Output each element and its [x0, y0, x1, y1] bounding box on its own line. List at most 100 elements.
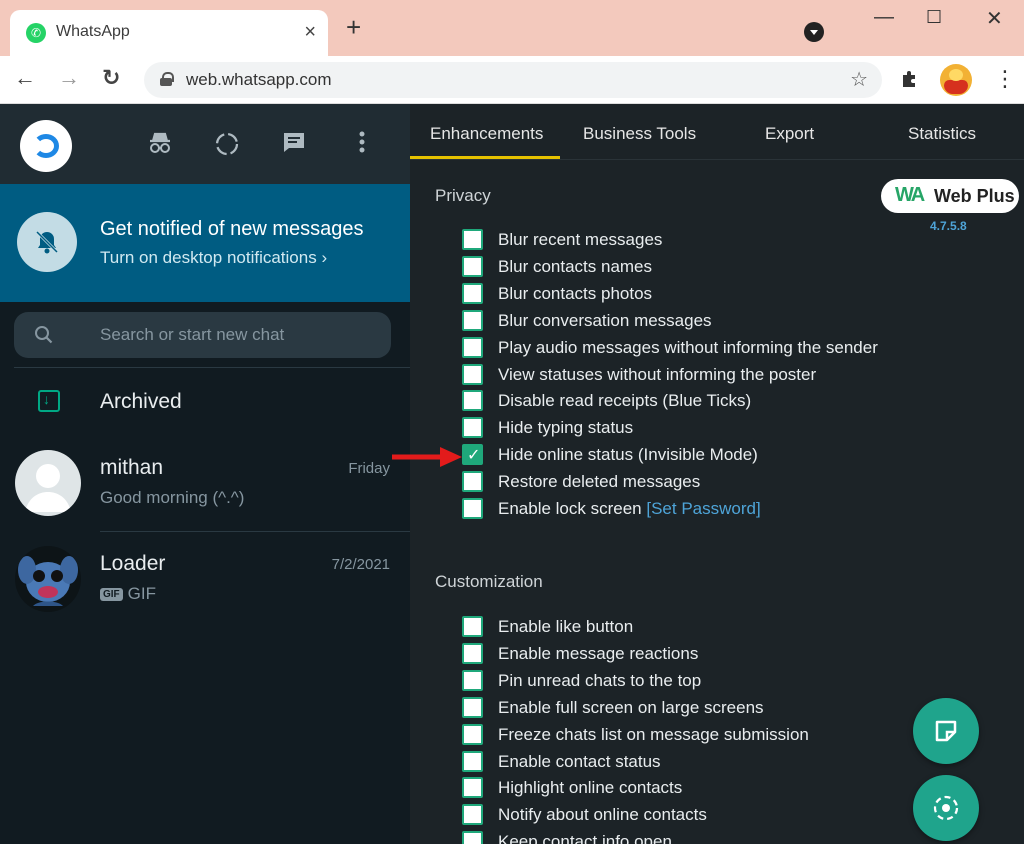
option-label: Freeze chats list on message submission: [498, 725, 809, 745]
option-label-text: Blur contacts names: [498, 256, 653, 276]
checkbox[interactable]: [462, 831, 483, 844]
stitch-avatar: [15, 546, 81, 612]
bell-off-icon: [17, 212, 77, 272]
checkbox[interactable]: [462, 804, 483, 826]
option-label-text: View statuses without informing the post…: [498, 364, 817, 384]
chat-row-mithan[interactable]: mithan Friday Good morning (^.^): [0, 438, 410, 528]
chat-time: 7/2/2021: [331, 556, 390, 573]
checkbox[interactable]: [462, 309, 483, 331]
url-text[interactable]: web.whatsapp.com: [186, 70, 332, 90]
checkbox[interactable]: [462, 390, 483, 412]
set-password-link[interactable]: [Set Password]: [646, 499, 760, 518]
tab-business-tools[interactable]: Business Tools: [583, 124, 696, 144]
bookmark-star-icon[interactable]: ☆: [850, 67, 868, 92]
archive-icon: [38, 390, 60, 412]
option-label: Blur contacts photos: [498, 284, 652, 304]
browser-titlebar: ✆ WhatsApp × + — ☐ ✕: [0, 0, 1024, 56]
checkbox[interactable]: [462, 616, 483, 637]
forward-button[interactable]: →: [58, 65, 80, 91]
option-label-text: Pin unread chats to the top: [498, 670, 702, 690]
brand-name: Web Plus: [934, 186, 1015, 206]
chat-row-loader[interactable]: Loader 7/2/2021 GIF GIF: [0, 534, 410, 624]
menu-dots-icon[interactable]: [345, 126, 379, 160]
back-button[interactable]: ←: [14, 65, 36, 91]
option-label-text: Blur contacts photos: [498, 283, 653, 303]
checkbox[interactable]: [462, 471, 483, 493]
checkbox[interactable]: [462, 229, 483, 250]
tab-export[interactable]: Export: [765, 124, 814, 144]
address-bar[interactable]: web.whatsapp.com ☆: [144, 62, 882, 98]
checkbox[interactable]: [462, 750, 483, 772]
option-label: Enable message reactions: [498, 644, 698, 664]
checkbox[interactable]: [462, 363, 483, 385]
lock-icon[interactable]: [160, 72, 174, 86]
settings-tabs: Enhancements Business Tools Export Stati…: [410, 104, 1024, 160]
chat-time: Friday: [348, 460, 390, 477]
checkbox[interactable]: [462, 282, 483, 304]
sticker-fab-button[interactable]: [913, 698, 979, 764]
chrome-menu-button[interactable]: ⋮: [994, 66, 1016, 92]
option-label-text: Enable contact status: [498, 751, 661, 771]
search-icon: [35, 326, 53, 344]
tab-title: WhatsApp: [56, 23, 130, 40]
option-label: Enable lock screen [Set Password]: [498, 499, 761, 519]
tab-close-button[interactable]: ×: [304, 21, 316, 44]
search-input[interactable]: Search or start new chat: [14, 312, 391, 358]
tab-search-dropdown-icon[interactable]: [804, 22, 824, 42]
extensions-puzzle-icon[interactable]: [900, 68, 920, 94]
archived-label: Archived: [100, 390, 182, 413]
option-label-text: Enable message reactions: [498, 643, 699, 663]
gif-icon: GIF: [100, 588, 123, 601]
chat-name: mithan: [100, 456, 164, 479]
reload-button[interactable]: ↻: [102, 65, 120, 91]
checkbox[interactable]: [462, 696, 483, 718]
window-close-button[interactable]: ✕: [986, 6, 1003, 31]
checkbox[interactable]: [462, 642, 483, 664]
incognito-icon[interactable]: [143, 126, 177, 160]
browser-toolbar: ← → ↻ web.whatsapp.com ☆ ⋮: [0, 56, 1024, 104]
minimize-button[interactable]: —: [874, 6, 894, 29]
option-label: Notify about online contacts: [498, 805, 707, 825]
enable-notifications-link[interactable]: Turn on desktop notifications ›: [100, 248, 327, 268]
checkbox[interactable]: [462, 498, 483, 519]
new-tab-button[interactable]: +: [346, 14, 361, 40]
customization-section-title: Customization: [435, 572, 543, 591]
option-label-text: Play audio messages without informing th…: [498, 337, 878, 357]
checkbox[interactable]: [462, 255, 483, 277]
checkbox[interactable]: [462, 723, 483, 745]
checkbox[interactable]: [462, 777, 483, 799]
maximize-button[interactable]: ☐: [926, 7, 942, 28]
option-label-text: Hide typing status: [498, 418, 634, 438]
option-label: Restore deleted messages: [498, 472, 700, 492]
privacy-section-title: Privacy: [435, 186, 491, 205]
tab-statistics[interactable]: Statistics: [908, 124, 976, 144]
option-label-text: Enable full screen on large screens: [498, 697, 764, 717]
option-label-text: Freeze chats list on message submission: [498, 724, 809, 744]
option-label-text: Hide online status (Invisible Mode): [498, 445, 758, 465]
web-plus-badge[interactable]: WA Web Plus: [881, 179, 1019, 213]
option-label: Enable like button: [498, 617, 633, 637]
wa-plus-logo[interactable]: [20, 120, 72, 172]
browser-tab-whatsapp[interactable]: ✆ WhatsApp ×: [10, 10, 328, 56]
focus-fab-button[interactable]: [913, 775, 979, 841]
option-label-text: Restore deleted messages: [498, 472, 701, 492]
checkbox[interactable]: [462, 336, 483, 358]
option-label-text: Blur conversation messages: [498, 310, 712, 330]
option-label: Blur conversation messages: [498, 311, 712, 331]
option-label: Play audio messages without informing th…: [498, 338, 878, 358]
option-label-text: Notify about online contacts: [498, 805, 707, 825]
profile-avatar[interactable]: [940, 64, 972, 96]
tab-enhancements[interactable]: Enhancements: [430, 124, 543, 144]
checkbox[interactable]: [462, 669, 483, 691]
notification-title: Get notified of new messages: [100, 218, 364, 240]
new-chat-icon[interactable]: [277, 126, 311, 160]
option-label: Blur recent messages: [498, 230, 662, 250]
chat-last-message-text: GIF: [127, 584, 157, 603]
option-label: Hide typing status: [498, 418, 633, 438]
option-label: View statuses without informing the post…: [498, 365, 816, 385]
status-icon[interactable]: [210, 126, 244, 160]
option-label: Blur contacts names: [498, 257, 652, 277]
checkbox[interactable]: [462, 417, 483, 439]
archived-row[interactable]: Archived: [0, 368, 410, 438]
notification-banner[interactable]: Get notified of new messages Turn on des…: [0, 184, 410, 302]
